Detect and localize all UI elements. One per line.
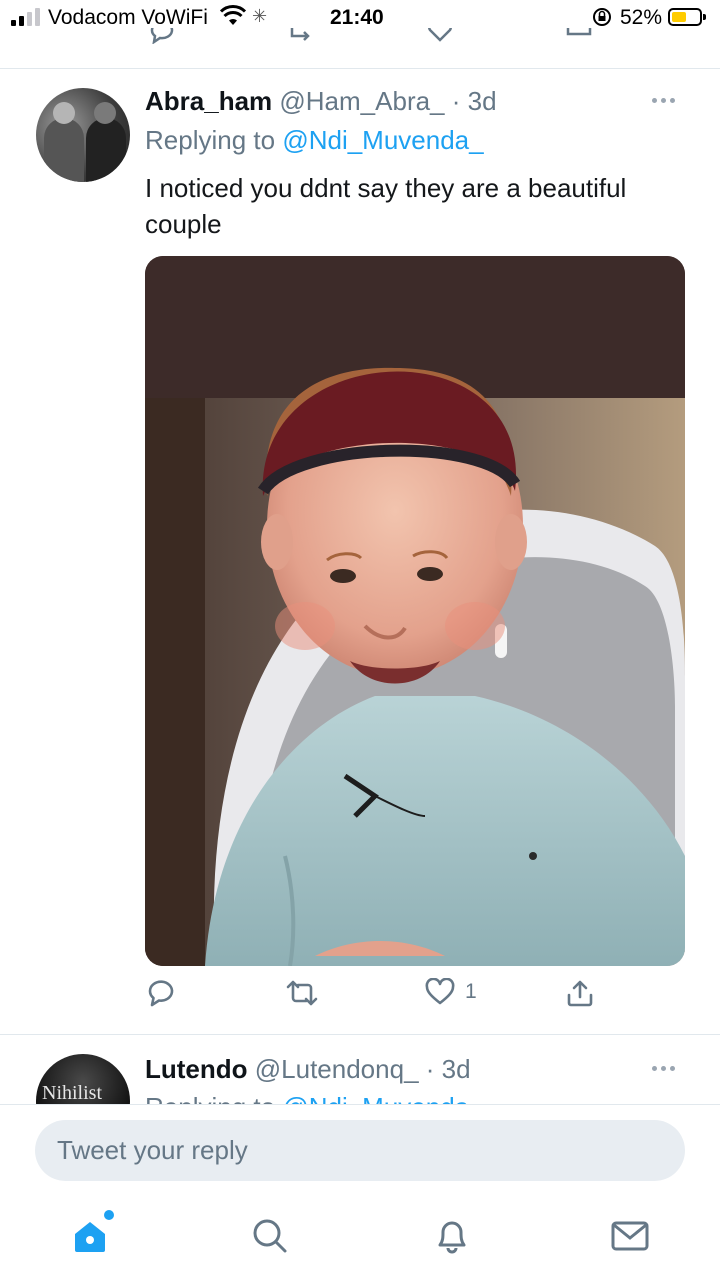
- clock-time: 21:40: [330, 6, 384, 29]
- battery-percentage: 52%: [620, 6, 663, 29]
- reply-input[interactable]: [35, 1120, 685, 1181]
- notifications-bell-icon: [438, 1221, 466, 1254]
- tab-notifications[interactable]: [422, 1206, 482, 1266]
- reply-icon: [148, 980, 174, 1007]
- avatar-text: Nihilist: [42, 1082, 103, 1104]
- more-options-icon[interactable]: [652, 98, 675, 103]
- share-icon: [567, 980, 593, 1007]
- divider: [0, 1034, 720, 1035]
- avatar[interactable]: Nihilist: [36, 1054, 130, 1104]
- tweet-header: Abra_ham @Ham_Abra_ · 3d: [145, 86, 497, 117]
- handle-and-time: @Ham_Abra_ · 3d: [279, 86, 497, 116]
- loading-spinner-icon: ✳: [252, 6, 268, 26]
- twitter-thread-screen: Vodacom VoWiFi ✳ 21:40 52% Abra_ham @Ham…: [0, 0, 720, 1280]
- tab-home[interactable]: [60, 1206, 120, 1266]
- tweet-photo[interactable]: [145, 256, 685, 966]
- heart-icon: [425, 978, 455, 1005]
- tweet-header: Lutendo @Lutendonq_ · 3d: [145, 1054, 471, 1085]
- battery-icon: [668, 8, 706, 26]
- share-icon[interactable]: [565, 28, 593, 44]
- tab-search[interactable]: [240, 1206, 300, 1266]
- reply-icon[interactable]: [148, 28, 176, 44]
- replying-to-line: Replying to @Ndi_Muvenda_: [145, 1092, 484, 1104]
- replying-to-mention[interactable]: @Ndi_Muvenda_: [282, 1092, 483, 1104]
- tweet-actions: 1: [0, 978, 720, 1018]
- display-name[interactable]: Lutendo: [145, 1054, 248, 1084]
- search-icon: [253, 1219, 287, 1253]
- display-name[interactable]: Abra_ham: [145, 86, 272, 116]
- more-options-icon[interactable]: [652, 1066, 675, 1071]
- retweet-icon[interactable]: [288, 28, 318, 44]
- replying-to-label: Replying to: [145, 1092, 275, 1104]
- retweet-icon: [286, 980, 318, 1006]
- divider: [0, 68, 720, 69]
- avatar[interactable]: [36, 88, 130, 182]
- messages-mail-icon: [611, 1221, 649, 1251]
- replying-to-label: Replying to: [145, 125, 276, 155]
- bottom-tab-bar: [0, 1196, 720, 1280]
- replying-to-line: Replying to @Ndi_Muvenda_: [145, 125, 484, 156]
- replying-to-mention[interactable]: @Ndi_Muvenda_: [282, 125, 483, 155]
- tweet[interactable]: Abra_ham @Ham_Abra_ · 3d Replying to @Nd…: [0, 70, 720, 1034]
- previous-tweet-actions: [0, 28, 720, 44]
- home-icon: [75, 1222, 105, 1252]
- reply-composer: [0, 1104, 720, 1197]
- handle-and-time: @Lutendonq_ · 3d: [254, 1054, 471, 1084]
- next-tweet[interactable]: Nihilist Lutendo @Lutendonq_ · 3d Replyi…: [0, 1036, 720, 1104]
- tab-messages[interactable]: [600, 1206, 660, 1266]
- new-content-indicator: [104, 1210, 114, 1220]
- retweet-button[interactable]: [285, 978, 319, 1008]
- cellular-signal-icon: [11, 8, 40, 26]
- share-button[interactable]: [565, 978, 595, 1008]
- reply-button[interactable]: [146, 978, 176, 1008]
- tweet-text: I noticed you ddnt say they are a beauti…: [145, 173, 627, 239]
- like-icon[interactable]: [427, 28, 453, 44]
- like-button[interactable]: 1: [425, 978, 477, 1006]
- carrier-name: Vodacom VoWiFi: [48, 6, 208, 29]
- like-count: 1: [465, 980, 477, 1003]
